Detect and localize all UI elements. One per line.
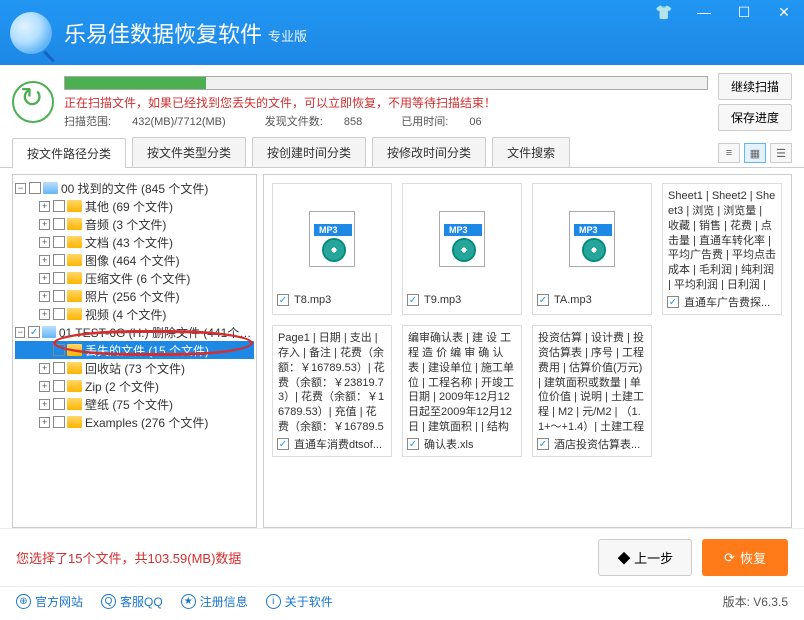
close-button[interactable]: ✕ bbox=[764, 0, 804, 24]
tree-checkbox[interactable] bbox=[28, 326, 39, 338]
skin-button[interactable]: 👕 bbox=[644, 0, 684, 24]
official-site-link[interactable]: ⊕官方网站 bbox=[16, 593, 83, 610]
scan-meta: 扫描范围: 432(MB)/7712(MB) 发现文件数: 858 已用时间: … bbox=[64, 113, 708, 129]
tree-item[interactable]: +文档 (43 个文件) bbox=[15, 233, 254, 251]
file-name: TA.mp3 bbox=[554, 294, 592, 306]
file-card[interactable]: 投资估算 | 设计费 | 投资估算表 | 序号 | 工程费用 | 估算价值(万元… bbox=[532, 325, 652, 457]
mp3-file-icon bbox=[569, 211, 615, 267]
tree-item[interactable]: +照片 (256 个文件) bbox=[15, 287, 254, 305]
tab-by-path[interactable]: 按文件路径分类 bbox=[12, 138, 126, 168]
file-checkbox[interactable] bbox=[537, 438, 549, 450]
tree-item[interactable]: +压缩文件 (6 个文件) bbox=[15, 269, 254, 287]
info-icon: i bbox=[266, 594, 281, 609]
tree-checkbox[interactable] bbox=[29, 182, 41, 194]
view-detail-button[interactable]: ☰ bbox=[770, 143, 792, 163]
tree-item-lost-files[interactable]: +丢失的文件 (15 个文件) bbox=[15, 341, 254, 359]
file-checkbox[interactable] bbox=[667, 296, 679, 308]
category-tabs: 按文件路径分类 按文件类型分类 按创建时间分类 按修改时间分类 文件搜索 ≡ ▦… bbox=[0, 137, 804, 168]
file-name: T9.mp3 bbox=[424, 294, 461, 306]
file-name: T8.mp3 bbox=[294, 294, 331, 306]
recycle-icon bbox=[12, 81, 54, 123]
mp3-file-icon bbox=[309, 211, 355, 267]
file-text-preview: Page1 | 日期 | 支出 | 存入 | 备注 | 花费（余额：￥16789… bbox=[277, 330, 387, 432]
app-logo-icon bbox=[10, 12, 52, 54]
file-card[interactable]: T8.mp3 bbox=[272, 183, 392, 315]
file-checkbox[interactable] bbox=[277, 438, 289, 450]
qq-icon: Q bbox=[101, 594, 116, 609]
drive-icon bbox=[42, 326, 56, 338]
tab-by-type[interactable]: 按文件类型分类 bbox=[132, 137, 246, 167]
app-title: 乐易佳数据恢复软件 bbox=[64, 17, 262, 49]
tab-by-modified[interactable]: 按修改时间分类 bbox=[372, 137, 486, 167]
globe-icon: ⊕ bbox=[16, 594, 31, 609]
save-progress-button[interactable]: 保存进度 bbox=[718, 104, 792, 131]
drive-icon bbox=[43, 182, 58, 194]
selection-summary: 您选择了15个文件，共103.59(MB)数据 bbox=[16, 548, 241, 567]
continue-scan-button[interactable]: 继续扫描 bbox=[718, 73, 792, 100]
tree-drive[interactable]: − 01 TEST-6G (H:) 删除文件 (441个文件) bbox=[15, 323, 254, 341]
file-checkbox[interactable] bbox=[277, 294, 289, 306]
tree-root[interactable]: − 00 找到的文件 (845 个文件) bbox=[15, 179, 254, 197]
file-checkbox[interactable] bbox=[407, 294, 419, 306]
tree-item[interactable]: +Examples (276 个文件) bbox=[15, 413, 254, 431]
selection-bar: 您选择了15个文件，共103.59(MB)数据 ◆ 上一步 ⟳恢复 bbox=[0, 528, 804, 586]
expander-icon[interactable]: − bbox=[15, 183, 26, 194]
title-bar: 乐易佳数据恢复软件 专业版 👕 — ☐ ✕ bbox=[0, 0, 804, 65]
file-name: 直通车广告费探... bbox=[684, 294, 770, 310]
file-checkbox[interactable] bbox=[537, 294, 549, 306]
file-text-preview: 投资估算 | 设计费 | 投资估算表 | 序号 | 工程费用 | 估算价值(万元… bbox=[537, 330, 647, 432]
minimize-button[interactable]: — bbox=[684, 0, 724, 24]
file-card[interactable]: 编审确认表 | 建 设 工 程 造 价 编 审 确 认 表 | 建设单位 | 施… bbox=[402, 325, 522, 457]
tree-item[interactable]: +音频 (3 个文件) bbox=[15, 215, 254, 233]
tree-item[interactable]: +Zip (2 个文件) bbox=[15, 377, 254, 395]
scan-progress bbox=[64, 76, 708, 90]
view-list-button[interactable]: ≡ bbox=[718, 143, 740, 163]
view-grid-button[interactable]: ▦ bbox=[744, 143, 766, 163]
file-name: 确认表.xls bbox=[424, 436, 474, 452]
footer-link-bar: ⊕官方网站 Q客服QQ ★注册信息 i关于软件 版本: V6.3.5 bbox=[0, 586, 804, 620]
star-icon: ★ bbox=[181, 594, 196, 609]
folder-tree[interactable]: − 00 找到的文件 (845 个文件) +其他 (69 个文件) +音频 (3… bbox=[12, 174, 257, 528]
file-card[interactable]: Page1 | 日期 | 支出 | 存入 | 备注 | 花费（余额：￥16789… bbox=[272, 325, 392, 457]
version-label: 版本: V6.3.5 bbox=[723, 593, 788, 610]
previous-step-button[interactable]: ◆ 上一步 bbox=[598, 539, 692, 576]
mp3-file-icon bbox=[439, 211, 485, 267]
scan-status-text: 正在扫描文件，如果已经找到您丢失的文件，可以立即恢复，不用等待扫描结束！ bbox=[64, 94, 708, 111]
scan-status-area: 正在扫描文件，如果已经找到您丢失的文件，可以立即恢复，不用等待扫描结束！ 扫描范… bbox=[0, 65, 804, 137]
file-name: 直通车消费dtsof... bbox=[294, 436, 382, 452]
tree-item[interactable]: +视频 (4 个文件) bbox=[15, 305, 254, 323]
file-name: 酒店投资估算表... bbox=[554, 436, 640, 452]
tree-item[interactable]: +回收站 (73 个文件) bbox=[15, 359, 254, 377]
file-card[interactable]: TA.mp3 bbox=[532, 183, 652, 315]
tab-by-created[interactable]: 按创建时间分类 bbox=[252, 137, 366, 167]
tree-item[interactable]: +其他 (69 个文件) bbox=[15, 197, 254, 215]
refresh-icon: ⟳ bbox=[724, 550, 735, 566]
recover-button[interactable]: ⟳恢复 bbox=[702, 539, 788, 576]
tab-search[interactable]: 文件搜索 bbox=[492, 137, 570, 167]
support-qq-link[interactable]: Q客服QQ bbox=[101, 593, 163, 610]
file-grid[interactable]: T8.mp3 T9.mp3 TA.mp3 Sheet1 | Sheet2 | S… bbox=[263, 174, 792, 528]
file-card[interactable]: T9.mp3 bbox=[402, 183, 522, 315]
file-text-preview: 编审确认表 | 建 设 工 程 造 价 编 审 确 认 表 | 建设单位 | 施… bbox=[407, 330, 517, 432]
file-checkbox[interactable] bbox=[407, 438, 419, 450]
file-text-preview: Sheet1 | Sheet2 | Sheet3 | 浏览 | 浏览量 | 收藏… bbox=[667, 188, 777, 290]
tree-item[interactable]: +壁纸 (75 个文件) bbox=[15, 395, 254, 413]
maximize-button[interactable]: ☐ bbox=[724, 0, 764, 24]
register-info-link[interactable]: ★注册信息 bbox=[181, 593, 248, 610]
app-subtitle: 专业版 bbox=[268, 26, 307, 45]
tree-item[interactable]: +图像 (464 个文件) bbox=[15, 251, 254, 269]
about-link[interactable]: i关于软件 bbox=[266, 593, 333, 610]
file-card[interactable]: Sheet1 | Sheet2 | Sheet3 | 浏览 | 浏览量 | 收藏… bbox=[662, 183, 782, 315]
